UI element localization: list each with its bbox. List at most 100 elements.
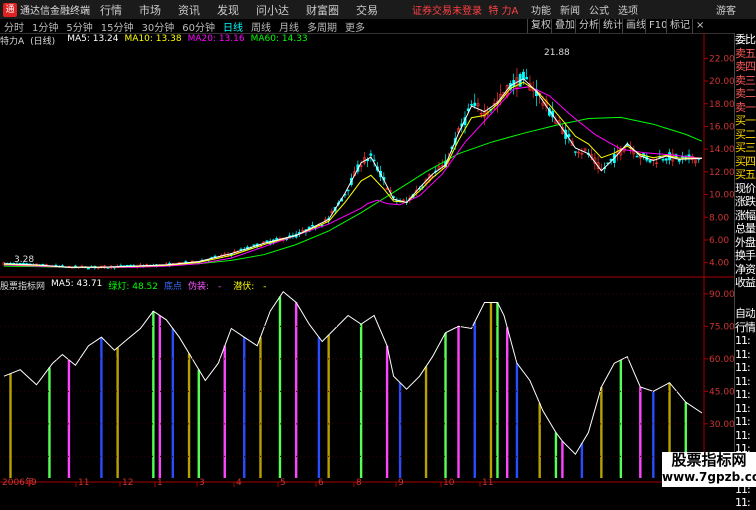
candle-body: [473, 102, 477, 106]
low-price-label: 3.28: [14, 255, 34, 265]
app-logo-icon: 通: [3, 2, 17, 17]
menu-trade[interactable]: 交易: [356, 2, 378, 18]
period-15min[interactable]: 15分钟: [97, 19, 138, 34]
sidebar-quote-18: 收益: [735, 276, 756, 289]
signal-bar: [294, 302, 298, 478]
sidebar-tick-0[interactable]: 自动: [735, 307, 755, 321]
date-label: 4: [236, 478, 242, 487]
top-right-menu: 功能 新闻 公式 选项: [531, 2, 647, 17]
sidebar-quote-9: 买四: [735, 154, 756, 168]
sidebar-quote-17: 净资: [735, 262, 756, 276]
signal-bar: [259, 337, 262, 478]
menu-formula[interactable]: 公式: [589, 2, 609, 17]
menu-function[interactable]: 功能: [531, 2, 551, 17]
sidebar-quote-11: 现价: [735, 181, 756, 195]
price-axis-label: 14.00: [709, 145, 734, 155]
sidebar-quote-7: 买二: [735, 127, 756, 141]
period-weekly[interactable]: 周线: [247, 19, 275, 34]
candle-body: [252, 244, 256, 247]
period-5min[interactable]: 5分钟: [62, 19, 96, 34]
close-panel-button[interactable]: ×: [692, 19, 707, 33]
signal-bar: [580, 443, 584, 478]
sidebar-quote-10: 买五: [735, 168, 756, 181]
ma20-line: [3, 86, 703, 268]
period-more[interactable]: 更多: [341, 19, 369, 34]
menu-ask[interactable]: 问小达: [256, 2, 289, 18]
sidebar-tick-7: 11:: [735, 401, 751, 415]
analysis-button[interactable]: 分析: [575, 19, 602, 33]
signal-bar: [243, 337, 246, 478]
sidebar-tick-1[interactable]: 行情: [735, 321, 755, 335]
signal-bar: [398, 382, 402, 478]
period-30min[interactable]: 30分钟: [137, 19, 178, 34]
watermark-url: www.7gpzb.com: [662, 470, 756, 484]
sidebar-tick-6: 11:: [735, 388, 751, 401]
ma5-line: [3, 78, 703, 268]
date-label: 6: [318, 478, 324, 487]
high-price-label: 21.88: [544, 48, 570, 58]
period-toolbar: 分时 1分钟 5分钟 15分钟 30分钟 60分钟 日线 周线 月线 多周期 更…: [0, 19, 756, 34]
signal-bar: [457, 326, 460, 478]
sidebar-tick-8: 11:: [735, 415, 751, 428]
signal-bar: [116, 347, 119, 478]
sidebar-tick-3: 11:: [735, 347, 751, 361]
price-axis-label: 18.00: [709, 100, 734, 110]
menu-wealth[interactable]: 财富圈: [306, 2, 339, 18]
signal-bar: [385, 345, 389, 478]
signal-bar: [639, 387, 642, 478]
sidebar-quote-15: 外盘: [735, 235, 756, 249]
menu-options[interactable]: 选项: [618, 2, 638, 17]
signal-bar: [619, 359, 623, 478]
sidebar-quote-3: 卖三: [735, 73, 756, 87]
candle-body: [573, 151, 577, 153]
login-notice[interactable]: 证券交易未登录 特 力A: [412, 2, 518, 17]
candle-body: [87, 267, 90, 270]
price-axis-label: 8.00: [709, 213, 729, 223]
period-monthly[interactable]: 月线: [275, 19, 303, 34]
signal-bar: [317, 337, 321, 478]
stock-chart[interactable]: 22.0020.0018.0016.0014.0012.0010.008.006…: [0, 33, 734, 487]
signal-bar: [158, 315, 162, 478]
signal-bar: [48, 367, 51, 478]
period-1min[interactable]: 1分钟: [28, 19, 62, 34]
osc-axis-label: 60.00: [709, 355, 734, 365]
signal-bar: [359, 324, 363, 478]
overlay-button[interactable]: 叠加: [551, 19, 578, 33]
sidebar-quote-6: 买一: [735, 114, 756, 127]
candle-body: [265, 240, 269, 243]
period-tick[interactable]: 分时: [0, 19, 28, 34]
sidebar-quote-2: 卖四: [735, 60, 756, 73]
signal-bar: [278, 296, 282, 478]
period-daily[interactable]: 日线: [219, 19, 247, 34]
signal-bar: [496, 302, 499, 478]
signal-bar: [67, 359, 71, 478]
menu-market[interactable]: 行情: [100, 2, 122, 18]
period-60min[interactable]: 60分钟: [178, 19, 219, 34]
osc-axis-label: 45.00: [709, 387, 734, 397]
sidebar-tick-2: 11:: [735, 334, 751, 347]
adjust-button[interactable]: 复权: [527, 19, 554, 33]
date-label: 12: [122, 478, 133, 487]
signal-bar: [561, 441, 564, 478]
menu-markets[interactable]: 市场: [139, 2, 161, 18]
signal-bar: [652, 391, 655, 478]
signal-bar: [100, 337, 103, 478]
price-axis-label: 4.00: [709, 259, 729, 269]
signal-bar: [506, 327, 509, 478]
period-multi[interactable]: 多周期: [303, 19, 341, 34]
sidebar-quote-1: 卖五: [735, 46, 756, 60]
mark-button[interactable]: 标记: [666, 19, 693, 33]
menu-discover[interactable]: 发现: [217, 2, 239, 18]
menu-headlines[interactable]: 新闻: [560, 2, 580, 17]
candle-body: [677, 159, 681, 162]
sidebar-tick-9: 11:: [735, 428, 751, 442]
signal-bar: [489, 302, 493, 478]
sidebar-quote-16: 换手: [735, 249, 756, 262]
candle-body: [525, 77, 529, 80]
app-name: 通达信金融终端: [20, 6, 90, 17]
signal-bar: [515, 363, 519, 478]
candle-body: [239, 248, 243, 251]
guest-user[interactable]: 游客: [716, 2, 736, 17]
menu-news[interactable]: 资讯: [178, 2, 200, 18]
price-axis-label: 20.00: [709, 77, 734, 87]
